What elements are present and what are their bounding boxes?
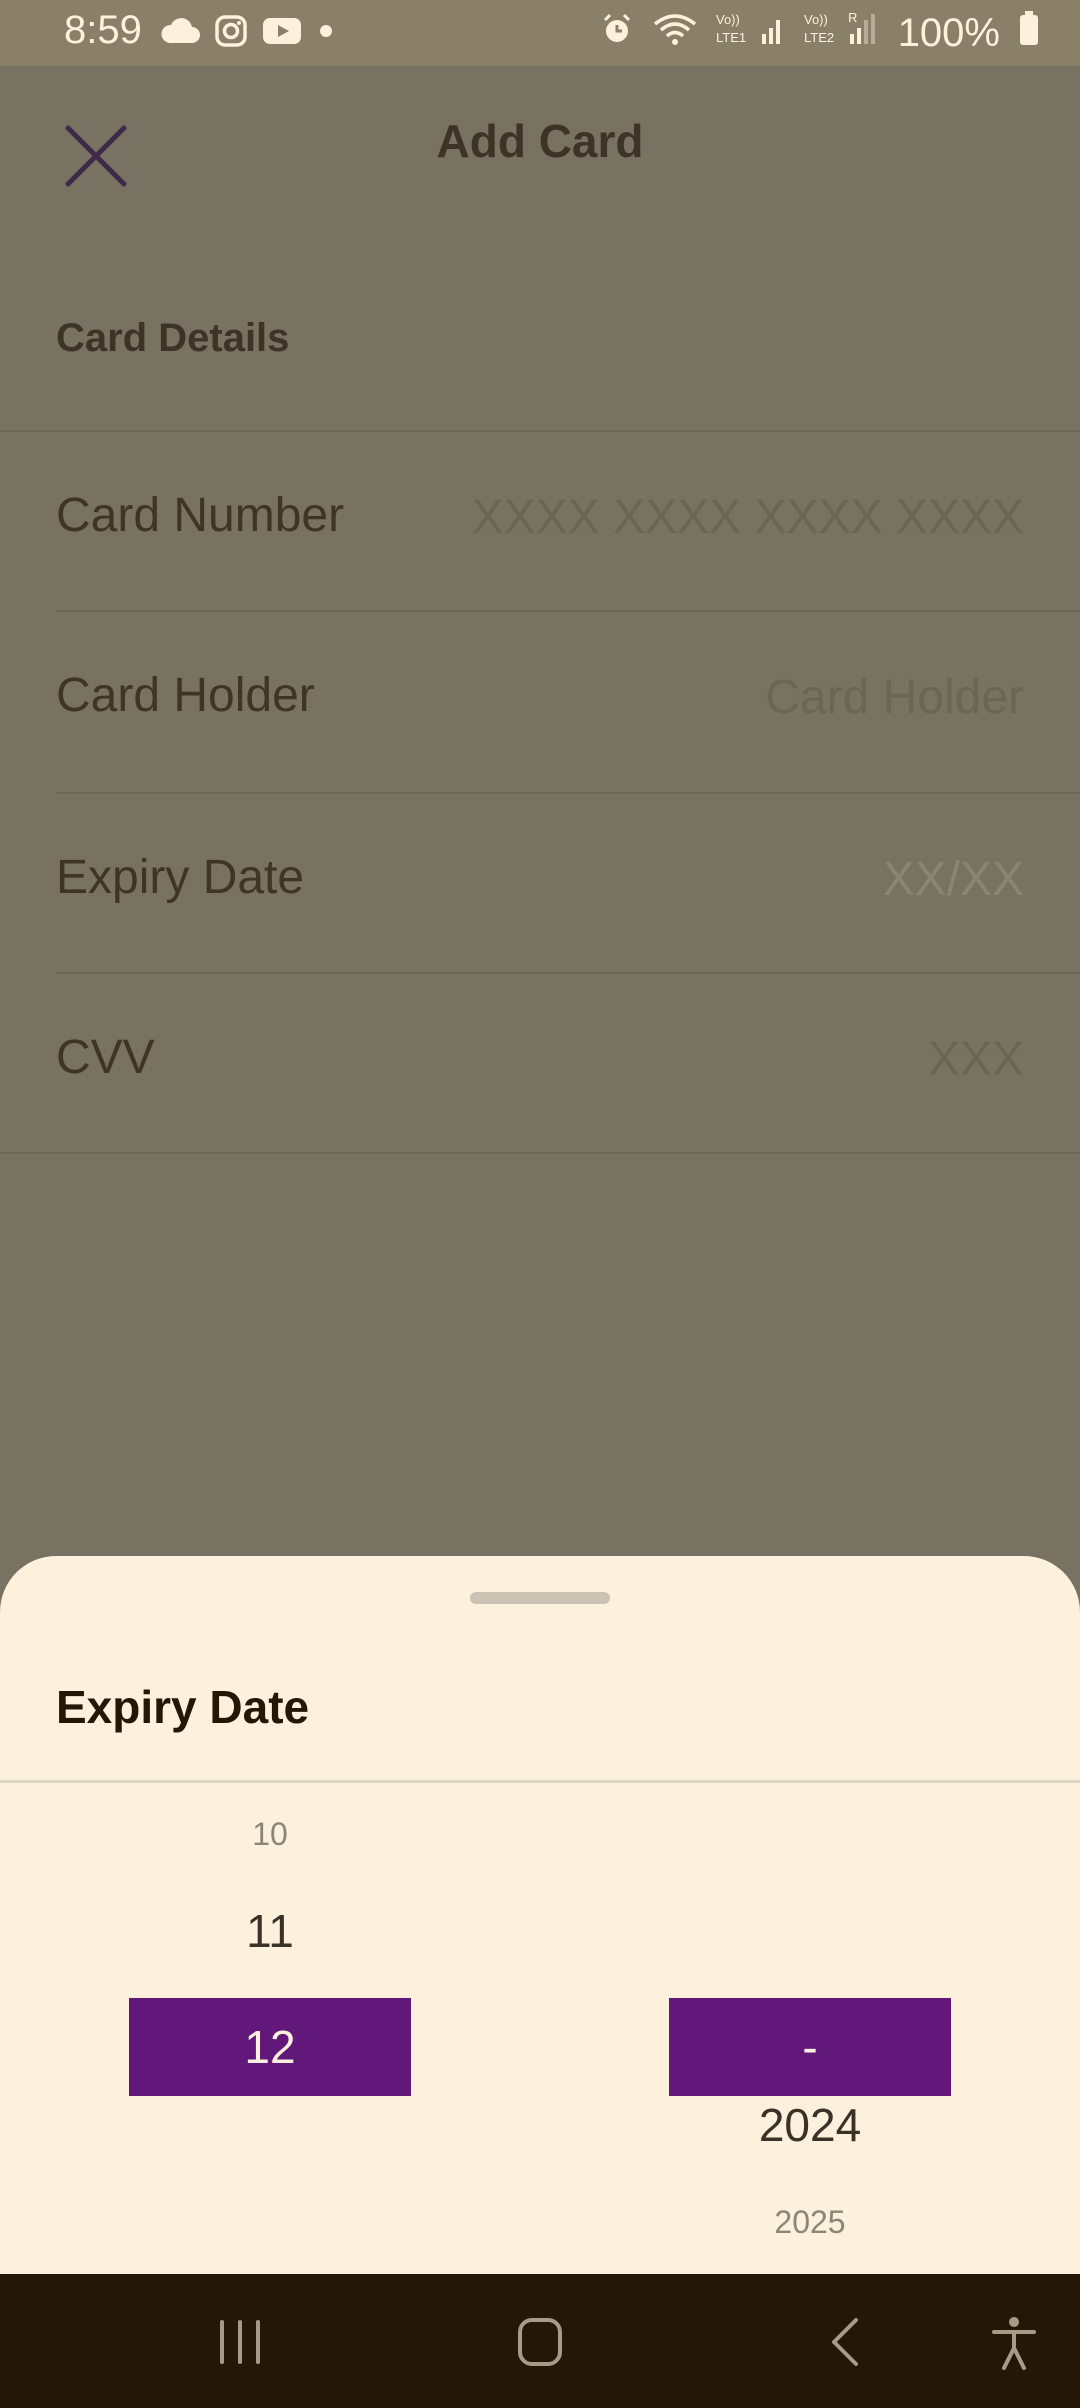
section-title: Card Details bbox=[56, 316, 290, 360]
expiry-date-label: Expiry Date bbox=[56, 851, 305, 904]
accessibility-icon[interactable] bbox=[984, 2314, 1044, 2370]
year-option[interactable]: 2024 bbox=[669, 2098, 951, 2152]
instagram-icon bbox=[214, 14, 248, 53]
signal-lte2-icon: Vo)) LTE2 R bbox=[804, 10, 880, 56]
system-nav-bar bbox=[0, 2274, 1080, 2408]
back-icon[interactable] bbox=[816, 2314, 876, 2370]
page-title: Add Card bbox=[436, 115, 644, 167]
cloud-icon bbox=[160, 17, 200, 50]
month-option-selected[interactable]: 12 bbox=[129, 1998, 411, 2096]
month-option[interactable]: 11 bbox=[129, 1904, 411, 1958]
home-icon[interactable] bbox=[510, 2314, 570, 2370]
dot-icon bbox=[316, 21, 336, 46]
cvv-input[interactable]: XXX bbox=[928, 1032, 1024, 1087]
cvv-label: CVV bbox=[56, 1031, 155, 1084]
battery-icon bbox=[1018, 10, 1040, 56]
expiry-date-input[interactable]: XX/XX bbox=[883, 852, 1024, 907]
card-number-row[interactable]: Card Number XXXX XXXX XXXX XXXX bbox=[0, 432, 1080, 612]
recents-icon[interactable] bbox=[210, 2314, 270, 2370]
cvv-row[interactable]: CVV XXX bbox=[0, 974, 1080, 1154]
svg-text:LTE2: LTE2 bbox=[804, 30, 834, 45]
svg-text:Vo)): Vo)) bbox=[804, 12, 828, 27]
app-bar: Add Card bbox=[0, 66, 1080, 236]
signal-lte1-icon: Vo)) LTE1 bbox=[716, 10, 786, 56]
expiry-date-sheet: Expiry Date 10 11 12 - 2024 2025 bbox=[0, 1556, 1080, 2274]
card-holder-input[interactable]: Card Holder bbox=[765, 670, 1024, 725]
card-holder-row[interactable]: Card Holder Card Holder bbox=[0, 612, 1080, 792]
svg-text:R: R bbox=[848, 10, 857, 25]
sheet-drag-handle[interactable] bbox=[470, 1592, 610, 1604]
year-picker[interactable]: - 2024 2025 bbox=[669, 1784, 951, 2274]
divider bbox=[0, 1152, 1080, 1154]
year-option-selected[interactable]: - bbox=[669, 1998, 951, 2096]
card-number-label: Card Number bbox=[56, 489, 345, 542]
youtube-icon bbox=[262, 16, 302, 51]
sheet-title: Expiry Date bbox=[56, 1681, 310, 1733]
month-option[interactable]: 10 bbox=[129, 1816, 411, 1853]
svg-text:Vo)): Vo)) bbox=[716, 12, 740, 27]
card-number-input[interactable]: XXXX XXXX XXXX XXXX bbox=[472, 490, 1024, 545]
alarm-icon bbox=[600, 11, 634, 56]
battery-percent: 100% bbox=[897, 10, 1000, 55]
wifi-icon bbox=[652, 11, 698, 56]
month-picker[interactable]: 10 11 12 bbox=[129, 1784, 411, 2274]
year-option[interactable]: 2025 bbox=[669, 2204, 951, 2241]
divider bbox=[0, 1780, 1080, 1783]
status-bar: 8:59 Vo)) LTE1 Vo)) LTE2 R 100% bbox=[0, 0, 1080, 66]
status-time: 8:59 bbox=[64, 8, 142, 52]
card-holder-label: Card Holder bbox=[56, 669, 315, 722]
expiry-date-row[interactable]: Expiry Date XX/XX bbox=[0, 794, 1080, 974]
svg-text:LTE1: LTE1 bbox=[716, 30, 746, 45]
